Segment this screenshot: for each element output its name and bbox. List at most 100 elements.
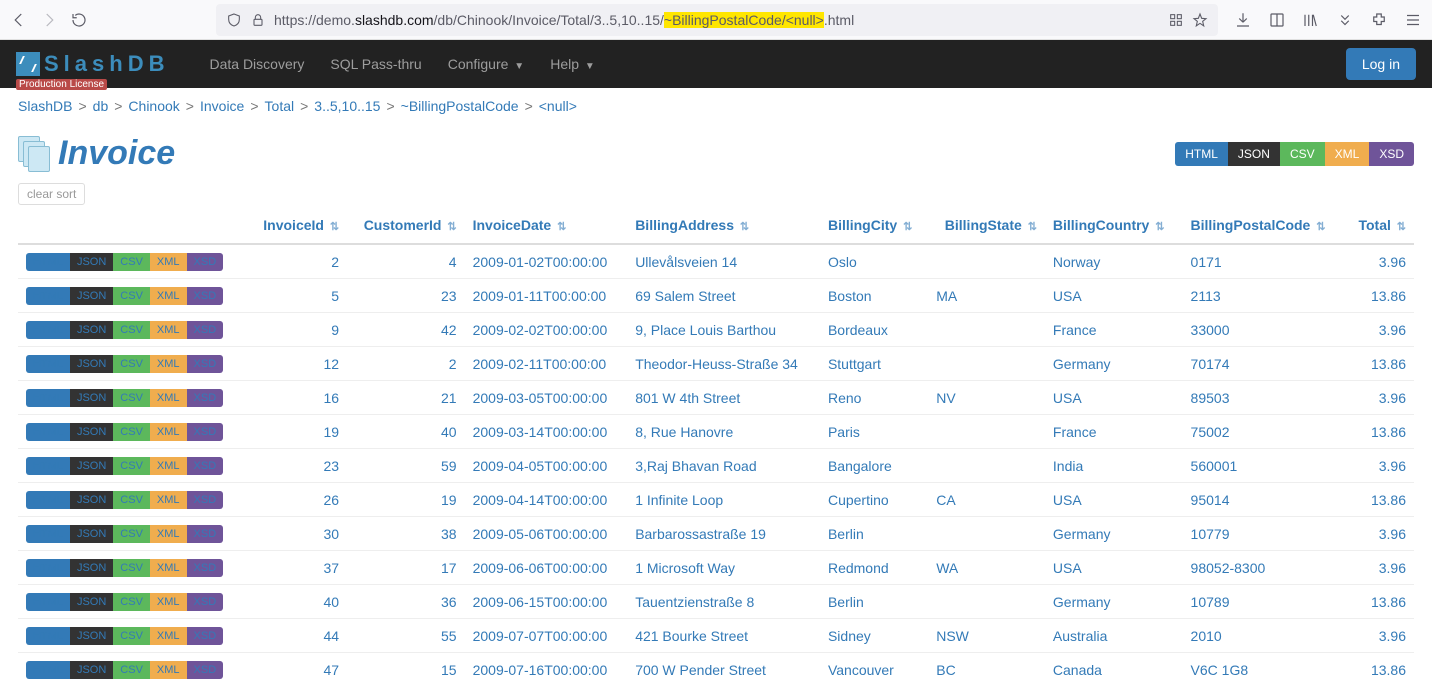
menu-icon[interactable] [1404, 11, 1422, 29]
cell-billingaddress[interactable]: Barbarossastraße 19 [627, 517, 820, 551]
cell-billingstate[interactable]: BC [928, 653, 1045, 686]
row-format-xml[interactable]: XML [150, 321, 187, 339]
logo[interactable]: SlashDB [16, 51, 169, 77]
cell-billingcity[interactable]: Paris [820, 415, 928, 449]
cell-invoicedate[interactable]: 2009-03-14T00:00:00 [465, 415, 628, 449]
cell-billingcountry[interactable]: France [1045, 313, 1183, 347]
bookmark-icon[interactable] [1192, 12, 1208, 28]
cell-customerid[interactable]: 23 [347, 279, 465, 313]
cell-billingstate[interactable]: WA [928, 551, 1045, 585]
cell-billingcity[interactable]: Bordeaux [820, 313, 928, 347]
row-format-xsd[interactable]: XSD [187, 559, 224, 577]
cell-customerid[interactable]: 40 [347, 415, 465, 449]
overflow-icon[interactable] [1336, 11, 1354, 29]
cell-invoicedate[interactable]: 2009-02-02T00:00:00 [465, 313, 628, 347]
cell-invoiceid[interactable]: 2 [248, 244, 347, 279]
breadcrumb-item[interactable]: <null> [539, 98, 577, 114]
cell-billingcountry[interactable]: USA [1045, 381, 1183, 415]
row-format-csv[interactable]: CSV [113, 593, 150, 611]
cell-invoicedate[interactable]: 2009-06-15T00:00:00 [465, 585, 628, 619]
row-format-html[interactable]: HTML [26, 661, 70, 679]
cell-invoicedate[interactable]: 2009-04-05T00:00:00 [465, 449, 628, 483]
cell-invoiceid[interactable]: 30 [248, 517, 347, 551]
login-button[interactable]: Log in [1346, 48, 1416, 80]
row-format-xml[interactable]: XML [150, 661, 187, 679]
cell-billingpostalcode[interactable]: 70174 [1183, 347, 1346, 381]
cell-billingaddress[interactable]: 1 Microsoft Way [627, 551, 820, 585]
cell-billingaddress[interactable]: 3,Raj Bhavan Road [627, 449, 820, 483]
forward-icon[interactable] [40, 11, 58, 29]
cell-billingaddress[interactable]: Ullevålsveien 14 [627, 244, 820, 279]
cell-total[interactable]: 3.96 [1345, 619, 1414, 653]
row-format-html[interactable]: HTML [26, 491, 70, 509]
cell-billingcountry[interactable]: USA [1045, 279, 1183, 313]
cell-billingstate[interactable]: NV [928, 381, 1045, 415]
row-format-csv[interactable]: CSV [113, 525, 150, 543]
row-format-html[interactable]: HTML [26, 253, 70, 271]
row-format-html[interactable]: HTML [26, 559, 70, 577]
col-customerid[interactable]: CustomerId ⇅ [347, 211, 465, 244]
cell-total[interactable]: 13.86 [1345, 347, 1414, 381]
row-format-xsd[interactable]: XSD [187, 593, 224, 611]
cell-total[interactable]: 3.96 [1345, 449, 1414, 483]
nav-sql-passthru[interactable]: SQL Pass-thru [318, 42, 433, 86]
row-format-html[interactable]: HTML [26, 525, 70, 543]
cell-customerid[interactable]: 2 [347, 347, 465, 381]
format-xsd[interactable]: XSD [1369, 142, 1414, 166]
row-format-csv[interactable]: CSV [113, 423, 150, 441]
row-format-xsd[interactable]: XSD [187, 525, 224, 543]
cell-invoiceid[interactable]: 47 [248, 653, 347, 686]
row-format-csv[interactable]: CSV [113, 253, 150, 271]
breadcrumb-item[interactable]: ~BillingPostalCode [401, 98, 519, 114]
breadcrumb-item[interactable]: Total [265, 98, 295, 114]
cell-customerid[interactable]: 36 [347, 585, 465, 619]
cell-total[interactable]: 3.96 [1345, 244, 1414, 279]
cell-billingcity[interactable]: Boston [820, 279, 928, 313]
cell-total[interactable]: 3.96 [1345, 313, 1414, 347]
row-format-xml[interactable]: XML [150, 559, 187, 577]
cell-invoiceid[interactable]: 12 [248, 347, 347, 381]
cell-invoiceid[interactable]: 16 [248, 381, 347, 415]
row-format-csv[interactable]: CSV [113, 627, 150, 645]
cell-total[interactable]: 13.86 [1345, 653, 1414, 686]
cell-invoicedate[interactable]: 2009-02-11T00:00:00 [465, 347, 628, 381]
row-format-json[interactable]: JSON [70, 253, 113, 271]
cell-customerid[interactable]: 55 [347, 619, 465, 653]
cell-billingcountry[interactable]: Australia [1045, 619, 1183, 653]
cell-billingcity[interactable]: Berlin [820, 517, 928, 551]
nav-data-discovery[interactable]: Data Discovery [197, 42, 316, 86]
row-format-xml[interactable]: XML [150, 525, 187, 543]
row-format-json[interactable]: JSON [70, 559, 113, 577]
col-total[interactable]: Total ⇅ [1345, 211, 1414, 244]
cell-billingcountry[interactable]: Germany [1045, 347, 1183, 381]
row-format-xml[interactable]: XML [150, 593, 187, 611]
cell-billingaddress[interactable]: Theodor-Heuss-Straße 34 [627, 347, 820, 381]
url-bar[interactable]: https://demo.slashdb.com/db/Chinook/Invo… [216, 4, 1218, 36]
row-format-xsd[interactable]: XSD [187, 661, 224, 679]
qr-icon[interactable] [1168, 12, 1184, 28]
row-format-xml[interactable]: XML [150, 253, 187, 271]
row-format-xsd[interactable]: XSD [187, 287, 224, 305]
col-billingpostalcode[interactable]: BillingPostalCode ⇅ [1183, 211, 1346, 244]
row-format-xsd[interactable]: XSD [187, 457, 224, 475]
cell-billingstate[interactable]: NSW [928, 619, 1045, 653]
row-format-xml[interactable]: XML [150, 287, 187, 305]
cell-billingcity[interactable]: Stuttgart [820, 347, 928, 381]
row-format-xsd[interactable]: XSD [187, 491, 224, 509]
cell-total[interactable]: 3.96 [1345, 381, 1414, 415]
library-icon[interactable] [1302, 11, 1320, 29]
row-format-json[interactable]: JSON [70, 355, 113, 373]
cell-total[interactable]: 13.86 [1345, 415, 1414, 449]
cell-invoicedate[interactable]: 2009-04-14T00:00:00 [465, 483, 628, 517]
cell-billingcity[interactable]: Vancouver [820, 653, 928, 686]
cell-billingcountry[interactable]: USA [1045, 551, 1183, 585]
format-json[interactable]: JSON [1228, 142, 1280, 166]
row-format-xsd[interactable]: XSD [187, 423, 224, 441]
cell-billingpostalcode[interactable]: 10779 [1183, 517, 1346, 551]
cell-invoiceid[interactable]: 5 [248, 279, 347, 313]
row-format-xml[interactable]: XML [150, 389, 187, 407]
cell-invoicedate[interactable]: 2009-05-06T00:00:00 [465, 517, 628, 551]
cell-billingcountry[interactable]: India [1045, 449, 1183, 483]
cell-total[interactable]: 13.86 [1345, 483, 1414, 517]
cell-total[interactable]: 13.86 [1345, 585, 1414, 619]
